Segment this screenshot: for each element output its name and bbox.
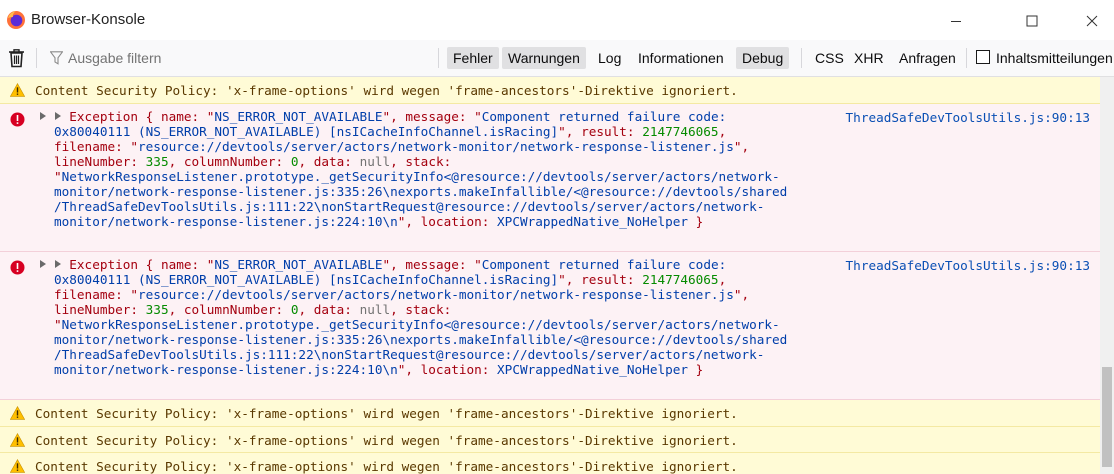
content-messages-label[interactable]: Inhaltsmitteilungen [996, 47, 1113, 69]
exception-result: 2147746065 [642, 272, 719, 287]
toolbar-separator [36, 48, 37, 68]
exception-message-part: 0x80040111 (NS_ERROR_NOT_AVAILABLE) [nsI… [54, 272, 559, 287]
message-text: Content Security Policy: 'x-frame-option… [35, 459, 738, 474]
close-icon [1086, 15, 1098, 27]
title-bar: Browser-Konsole [0, 0, 1114, 40]
exception-location: XPCWrappedNative_NoHelper [497, 214, 689, 229]
filter-output-input[interactable] [66, 46, 430, 70]
expand-message-arrow[interactable] [40, 260, 46, 268]
message-source-link[interactable]: ThreadSafeDevToolsUtils.js:90:13 [846, 109, 1090, 126]
exception-filename: resource://devtools/server/actors/networ… [138, 139, 734, 154]
minimize-button[interactable] [936, 8, 976, 34]
filter-warnings-button[interactable]: Warnungen [502, 47, 586, 69]
filter-info-button[interactable]: Informationen [632, 47, 730, 69]
minimize-icon [951, 21, 961, 22]
expand-message-arrow[interactable] [40, 112, 46, 120]
message-text: Content Security Policy: 'x-frame-option… [35, 83, 738, 98]
exception-data: null [359, 154, 391, 169]
filter-log-button[interactable]: Log [592, 47, 627, 69]
console-message-error: Exception { name: "NS_ERROR_NOT_AVAILABL… [0, 252, 1100, 400]
console-message-warning: Content Security Policy: 'x-frame-option… [0, 453, 1100, 474]
message-text[interactable]: Exception { name: "NS_ERROR_NOT_AVAILABL… [54, 257, 787, 377]
toolbar-separator [438, 48, 439, 68]
stack-line: monitor/network-response-listener.js:224… [54, 362, 398, 377]
console-message-warning: Content Security Policy: 'x-frame-option… [0, 400, 1100, 427]
exception-data: null [359, 302, 391, 317]
exception-location: XPCWrappedNative_NoHelper [497, 362, 689, 377]
error-icon [10, 112, 25, 127]
filter-requests-button[interactable]: Anfragen [893, 47, 962, 69]
firefox-logo-icon [7, 11, 25, 29]
console-message-warning: Content Security Policy: 'x-frame-option… [0, 77, 1100, 104]
warning-icon [10, 433, 25, 447]
toolbar-separator [966, 48, 967, 68]
exception-filename: resource://devtools/server/actors/networ… [138, 287, 734, 302]
filter-icon [50, 51, 63, 65]
scrollbar-thumb[interactable] [1102, 367, 1112, 467]
stack-line: monitor/network-response-listener.js:335… [54, 332, 788, 347]
message-source-link[interactable]: ThreadSafeDevToolsUtils.js:90:13 [846, 257, 1090, 274]
warning-icon [10, 406, 25, 420]
exception-name: NS_ERROR_NOT_AVAILABLE [214, 109, 383, 124]
filter-debug-button[interactable]: Debug [736, 47, 790, 69]
message-text: Content Security Policy: 'x-frame-option… [35, 406, 738, 421]
message-text[interactable]: Exception { name: "NS_ERROR_NOT_AVAILABL… [54, 109, 787, 229]
exception-message-part: Component returned failure code: [481, 257, 727, 272]
error-icon [10, 260, 25, 275]
stack-line: monitor/network-response-listener.js:335… [54, 184, 788, 199]
exception-line-number: 335 [145, 302, 169, 317]
maximize-icon [1026, 15, 1038, 27]
console-output: Content Security Policy: 'x-frame-option… [0, 77, 1100, 474]
output-scrollbar[interactable] [1100, 77, 1114, 474]
stack-line: /ThreadSafeDevToolsUtils.js:111:22\nonSt… [54, 347, 765, 362]
stack-line: monitor/network-response-listener.js:224… [54, 214, 398, 229]
console-message-error: Exception { name: "NS_ERROR_NOT_AVAILABL… [0, 104, 1100, 252]
toolbar-separator [801, 48, 802, 68]
exception-message-part: Component returned failure code: [481, 109, 727, 124]
exception-message-part: 0x80040111 (NS_ERROR_NOT_AVAILABLE) [nsI… [54, 124, 559, 139]
warning-icon [10, 83, 25, 97]
trash-icon[interactable] [8, 48, 25, 68]
exception-line-number: 335 [145, 154, 169, 169]
window-title: Browser-Konsole [31, 11, 146, 28]
content-messages-checkbox[interactable] [976, 50, 990, 64]
stack-line: NetworkResponseListener.prototype._getSe… [61, 169, 780, 184]
message-text: Content Security Policy: 'x-frame-option… [35, 433, 738, 448]
stack-line: /ThreadSafeDevToolsUtils.js:111:22\nonSt… [54, 199, 765, 214]
close-button[interactable] [1072, 8, 1112, 34]
filter-css-button[interactable]: CSS [809, 47, 850, 69]
exception-name: NS_ERROR_NOT_AVAILABLE [214, 257, 383, 272]
console-message-warning: Content Security Policy: 'x-frame-option… [0, 427, 1100, 453]
filter-xhr-button[interactable]: XHR [848, 47, 890, 69]
exception-result: 2147746065 [642, 124, 719, 139]
warning-icon [10, 459, 25, 473]
console-toolbar: Fehler Warnungen Log Informationen Debug… [0, 40, 1114, 77]
filter-errors-button[interactable]: Fehler [447, 47, 499, 69]
maximize-button[interactable] [1012, 8, 1052, 34]
stack-line: NetworkResponseListener.prototype._getSe… [61, 317, 780, 332]
